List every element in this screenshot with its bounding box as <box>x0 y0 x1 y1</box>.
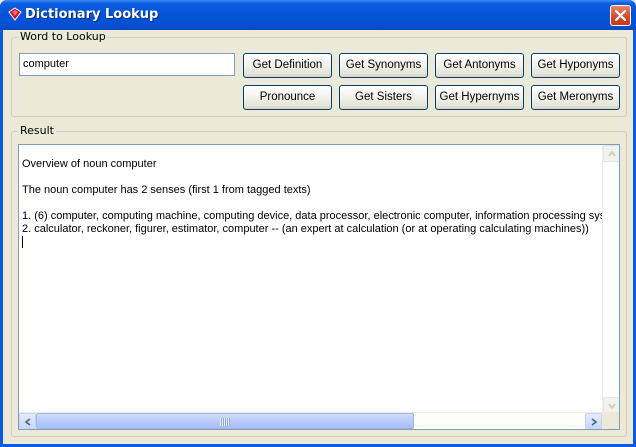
result-line: 1. (6) computer, computing machine, comp… <box>22 210 602 222</box>
result-text: Overview of noun computer​The noun compu… <box>22 158 602 250</box>
scrollbar-corner <box>602 412 619 429</box>
text-caret <box>22 236 23 248</box>
close-icon <box>615 10 626 21</box>
title-bar[interactable]: Dictionary Lookup <box>0 0 636 30</box>
get-meronyms-button[interactable]: Get Meronyms <box>531 85 620 110</box>
vertical-scrollbar[interactable] <box>602 145 619 414</box>
result-line: Overview of noun computer <box>22 158 157 170</box>
pronounce-button[interactable]: Pronounce <box>243 85 332 110</box>
result-line: ​ <box>22 171 602 184</box>
get-definition-button[interactable]: Get Definition <box>243 53 332 78</box>
horizontal-scroll-thumb[interactable] <box>36 413 414 429</box>
chevron-up-icon <box>608 150 616 157</box>
scroll-up-button[interactable] <box>603 145 619 162</box>
word-to-lookup-label: Word to Lookup <box>18 30 108 43</box>
get-synonyms-button[interactable]: Get Synonyms <box>339 53 428 78</box>
result-line: 2. calculator, reckoner, figurer, estima… <box>22 223 589 235</box>
chevron-down-icon <box>608 403 616 410</box>
dictionary-lookup-window: Dictionary Lookup Word to Lookup compute… <box>0 0 636 447</box>
result-line: ​ <box>22 197 602 210</box>
horizontal-scrollbar[interactable] <box>19 412 602 429</box>
result-line-caret <box>22 236 602 250</box>
close-button[interactable] <box>610 5 631 26</box>
get-sisters-button[interactable]: Get Sisters <box>339 85 428 110</box>
get-antonyms-button[interactable]: Get Antonyms <box>435 53 524 78</box>
scroll-thumb-grip-icon <box>220 418 230 426</box>
window-client-area: Word to Lookup computer Get Definition G… <box>3 30 633 444</box>
get-hyponyms-button[interactable]: Get Hyponyms <box>531 53 620 78</box>
chevron-right-icon <box>591 418 598 426</box>
result-line: The noun computer has 2 senses (first 1 … <box>22 184 311 196</box>
scroll-right-button[interactable] <box>585 413 602 429</box>
result-label: Result <box>18 124 56 137</box>
result-textbox[interactable]: Overview of noun computer​The noun compu… <box>18 144 620 430</box>
chevron-left-icon <box>24 418 31 426</box>
scroll-left-button[interactable] <box>19 413 36 429</box>
window-title: Dictionary Lookup <box>25 7 159 22</box>
dictionary-book-icon <box>8 7 22 21</box>
word-input[interactable]: computer <box>19 53 235 76</box>
get-hypernyms-button[interactable]: Get Hypernyms <box>435 85 524 110</box>
